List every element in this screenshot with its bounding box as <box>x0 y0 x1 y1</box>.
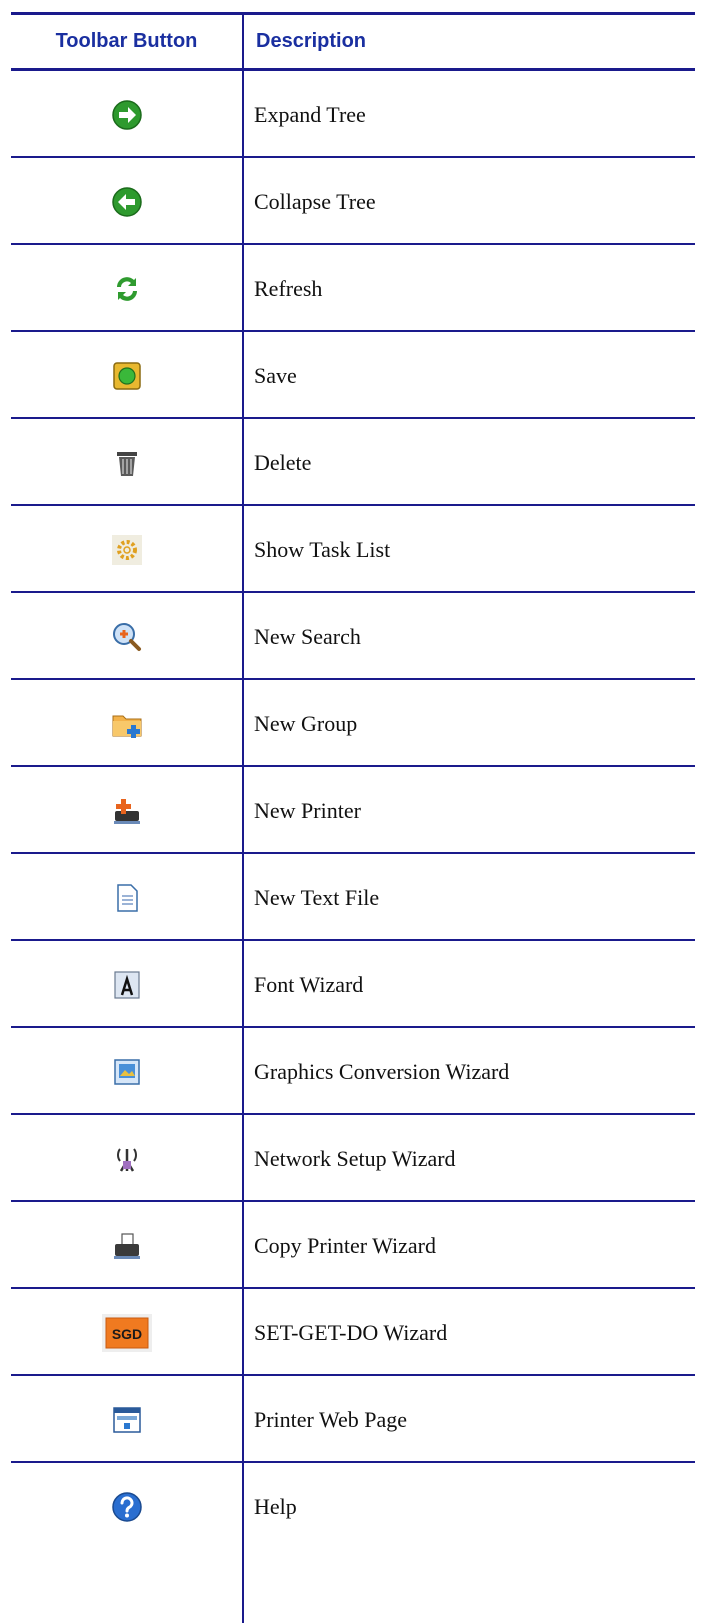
table-row: Refresh <box>11 245 695 332</box>
row-description: Network Setup Wizard <box>254 1145 456 1171</box>
refresh-icon[interactable] <box>111 273 143 305</box>
row-description: Help <box>254 1493 297 1519</box>
table-row: New Printer <box>11 767 695 854</box>
table-row: Network Setup Wizard <box>11 1115 695 1202</box>
table-row: SGD SET-GET-DO Wizard <box>11 1289 695 1376</box>
table-row: New Search <box>11 593 695 680</box>
expand-tree-icon[interactable] <box>111 99 143 131</box>
font-wizard-icon[interactable] <box>111 969 143 1001</box>
table-row: New Text File <box>11 854 695 941</box>
row-description: Save <box>254 362 297 388</box>
row-description: New Search <box>254 623 361 649</box>
new-search-icon[interactable] <box>111 621 143 653</box>
header-toolbar-button: Toolbar Button <box>55 30 198 52</box>
row-description: Font Wizard <box>254 971 364 997</box>
row-description: Copy Printer Wizard <box>254 1232 437 1258</box>
new-printer-icon[interactable] <box>111 795 143 827</box>
row-description: Expand Tree <box>254 101 366 127</box>
row-description: New Printer <box>254 797 361 823</box>
row-description: Refresh <box>254 275 323 301</box>
row-description: New Group <box>254 710 358 736</box>
table-row: Help <box>11 1463 695 1550</box>
row-description: Show Task List <box>254 536 391 562</box>
new-text-file-icon[interactable] <box>111 882 143 914</box>
copy-printer-icon[interactable] <box>111 1230 143 1262</box>
row-description: Delete <box>254 449 312 475</box>
table-row: Delete <box>11 419 695 506</box>
table-row: Graphics Conversion Wizard <box>11 1028 695 1115</box>
row-description: Printer Web Page <box>254 1406 408 1432</box>
table-row: Font Wizard <box>11 941 695 1028</box>
sgd-icon-text: SGD <box>111 1326 141 1342</box>
table-row: Show Task List <box>11 506 695 593</box>
table-row: Expand Tree <box>11 71 695 158</box>
table-row: Copy Printer Wizard <box>11 1202 695 1289</box>
delete-icon[interactable] <box>111 447 143 479</box>
network-setup-icon[interactable] <box>111 1143 143 1175</box>
printer-web-page-icon[interactable] <box>111 1404 143 1436</box>
row-description: SET-GET-DO Wizard <box>254 1319 448 1345</box>
table-row: Printer Web Page <box>11 1376 695 1463</box>
task-list-icon[interactable] <box>111 534 143 566</box>
row-description: Collapse Tree <box>254 188 376 214</box>
sgd-wizard-icon[interactable]: SGD <box>101 1313 152 1352</box>
help-icon[interactable] <box>111 1491 143 1523</box>
row-description: New Text File <box>254 884 380 910</box>
table-row: New Group <box>11 680 695 767</box>
collapse-tree-icon[interactable] <box>111 186 143 218</box>
table-row: Collapse Tree <box>11 158 695 245</box>
header-description: Description <box>256 30 367 52</box>
new-group-icon[interactable] <box>111 708 143 740</box>
table-row: Save <box>11 332 695 419</box>
toolbar-buttons-table: Toolbar Button Description Expand Tree C… <box>11 0 695 1623</box>
row-description: Graphics Conversion Wizard <box>254 1058 510 1084</box>
graphics-conversion-icon[interactable] <box>111 1056 143 1088</box>
save-icon[interactable] <box>111 360 143 392</box>
